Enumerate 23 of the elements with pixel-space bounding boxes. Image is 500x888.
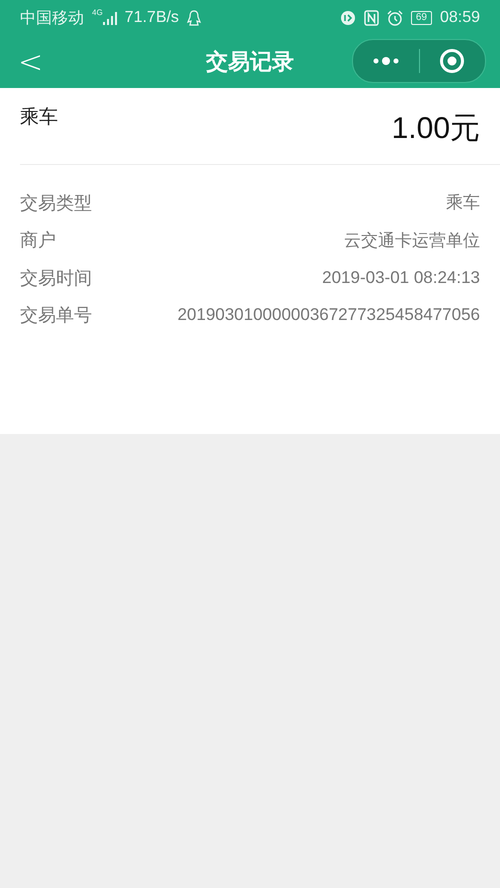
target-icon xyxy=(439,48,466,74)
transaction-type: 乘车 xyxy=(20,106,58,130)
detail-label: 交易类型 xyxy=(20,192,92,215)
detail-label: 交易单号 xyxy=(20,304,92,328)
network-speed: 71.7B/s xyxy=(124,9,179,27)
back-button[interactable]: < xyxy=(0,44,60,80)
detail-label: 商户 xyxy=(20,229,56,252)
nfc-icon xyxy=(364,10,379,26)
alarm-icon xyxy=(386,10,403,26)
data-saver-icon xyxy=(340,10,356,26)
signal-icon xyxy=(102,12,117,24)
battery-level: 69 xyxy=(410,11,432,25)
clock: 08:59 xyxy=(440,9,480,27)
carrier-name: 中国移动 xyxy=(20,8,84,28)
amount: 1.00元 xyxy=(392,111,480,147)
detail-value: 2019-03-01 08:24:13 xyxy=(322,268,480,288)
page-title: 交易记录 xyxy=(206,48,294,76)
detail-label: 交易时间 xyxy=(20,266,92,290)
detail-value: 乘车 xyxy=(446,192,480,214)
network-type: 4G xyxy=(92,8,103,17)
detail-value: 20190301000000367277325458477056 xyxy=(177,305,480,326)
detail-value: 云交通卡运营单位 xyxy=(344,230,480,252)
more-icon xyxy=(372,57,400,65)
